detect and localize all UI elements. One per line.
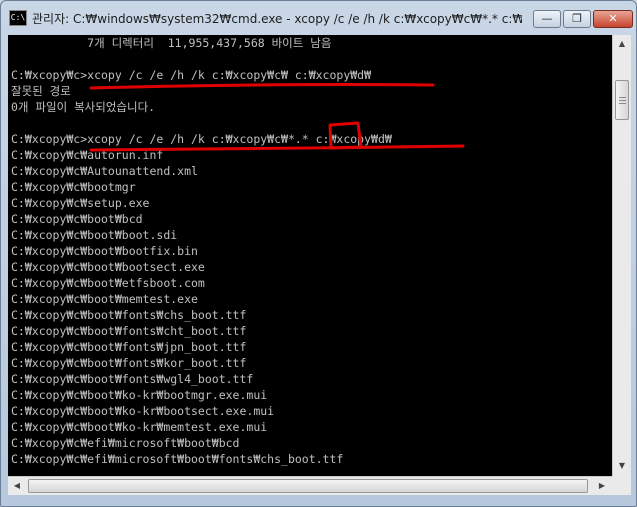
vertical-scrollbar[interactable]: ▲ ▼ <box>612 35 631 476</box>
console-icon[interactable]: C:\ <box>9 10 27 26</box>
window-title: 관리자: C:₩windows₩system32₩cmd.exe - xcopy… <box>32 12 522 26</box>
grip-line <box>619 97 626 98</box>
scroll-left-arrow-icon[interactable]: ◀ <box>9 478 25 494</box>
scroll-up-arrow-icon[interactable]: ▲ <box>614 36 630 52</box>
grip-line <box>619 103 626 104</box>
red-underline-first-command <box>89 83 435 90</box>
scrollbar-corner <box>612 476 631 495</box>
vertical-scroll-thumb[interactable] <box>615 80 629 120</box>
close-button[interactable]: ✕ <box>593 10 633 28</box>
horizontal-scroll-thumb[interactable] <box>28 479 588 493</box>
red-circle-wildcard <box>328 121 363 150</box>
scroll-right-arrow-icon[interactable]: ▶ <box>594 478 610 494</box>
scroll-down-arrow-icon[interactable]: ▼ <box>614 458 630 474</box>
maximize-button[interactable]: ❐ <box>563 10 591 28</box>
minimize-button[interactable]: — <box>533 10 561 28</box>
red-underline-second-command <box>89 144 465 152</box>
title-bar[interactable]: C:\ 관리자: C:₩windows₩system32₩cmd.exe - x… <box>1 1 636 35</box>
grip-line <box>619 100 626 101</box>
horizontal-scrollbar[interactable]: ◀ ▶ <box>8 476 612 495</box>
red-annotation-layer <box>89 83 465 152</box>
cmd-window: C:\ 관리자: C:₩windows₩system32₩cmd.exe - x… <box>0 0 637 507</box>
console-output[interactable]: 7개 디렉터리 11,955,437,568 바이트 남음 C:₩xcopy₩c… <box>8 35 612 476</box>
